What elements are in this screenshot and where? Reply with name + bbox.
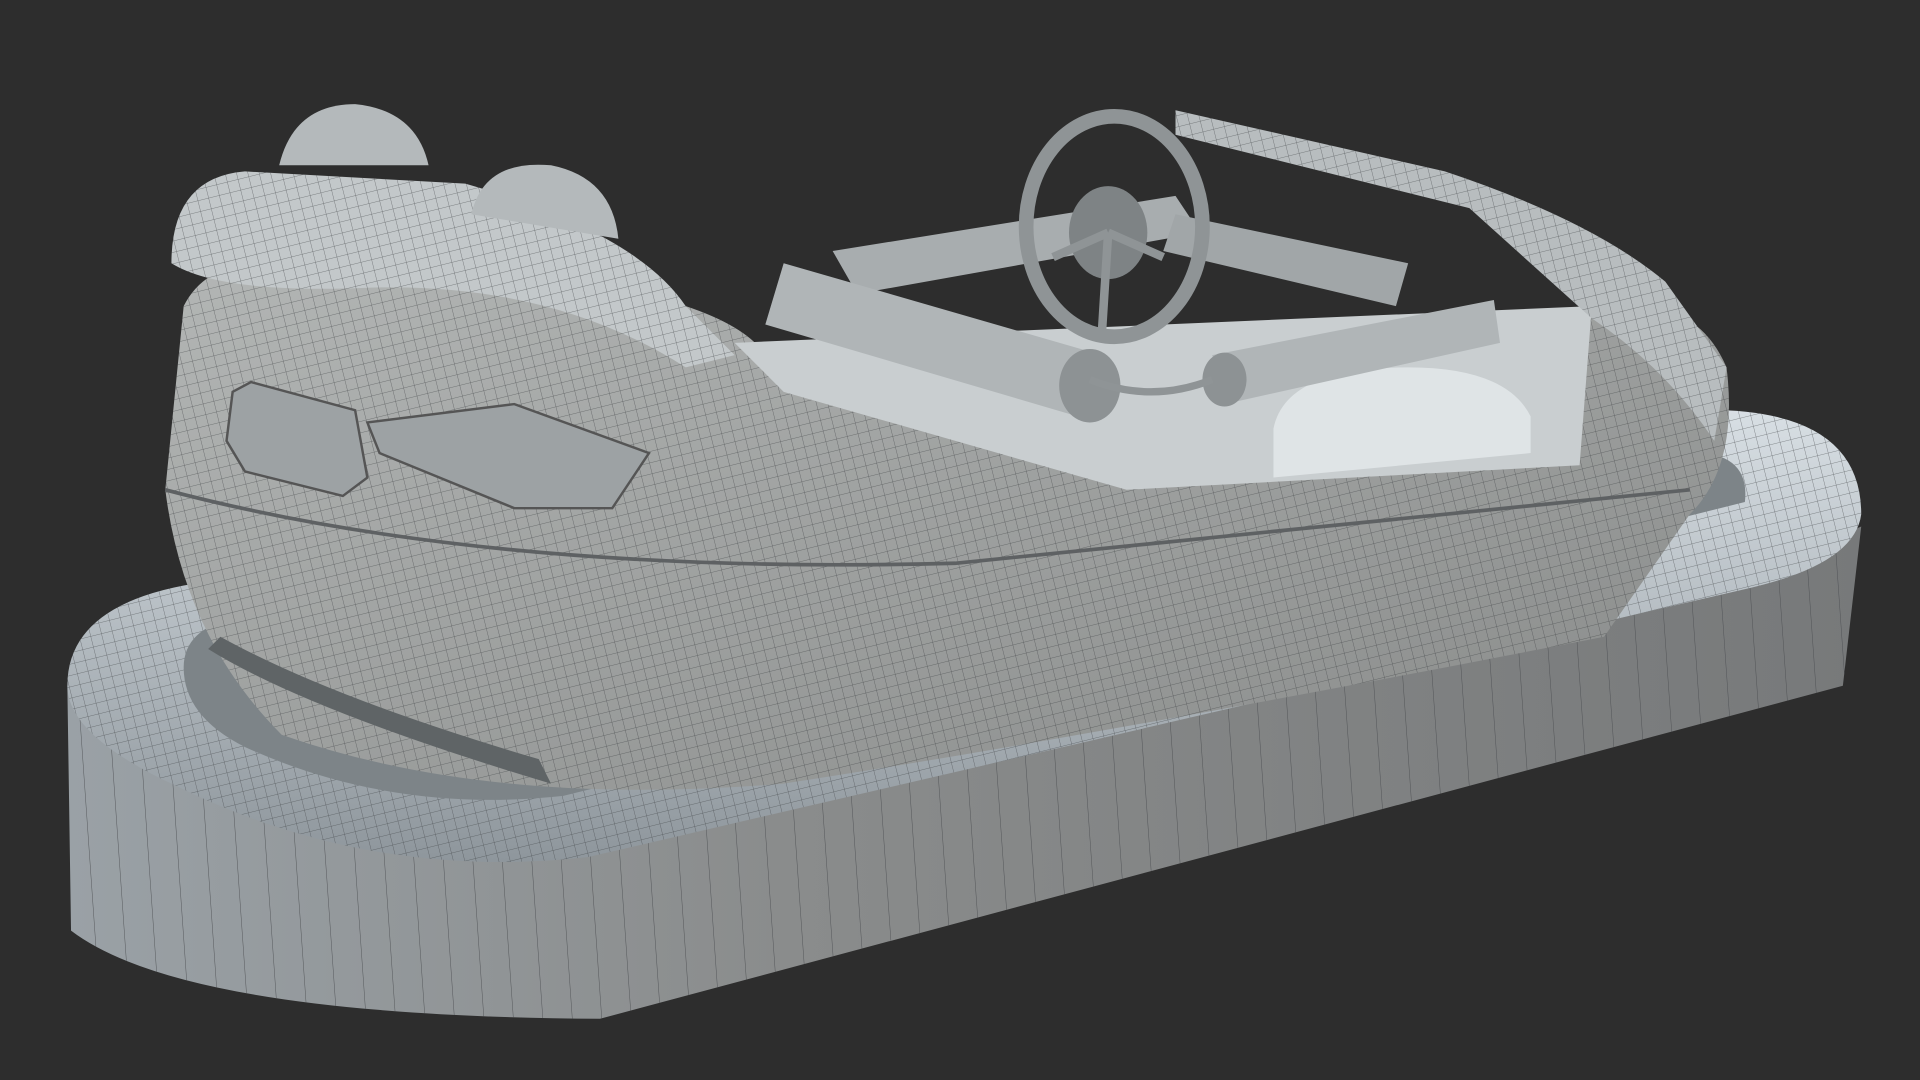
bumper-car-render (67, 104, 1862, 1019)
3d-viewport[interactable] (0, 0, 1920, 1080)
